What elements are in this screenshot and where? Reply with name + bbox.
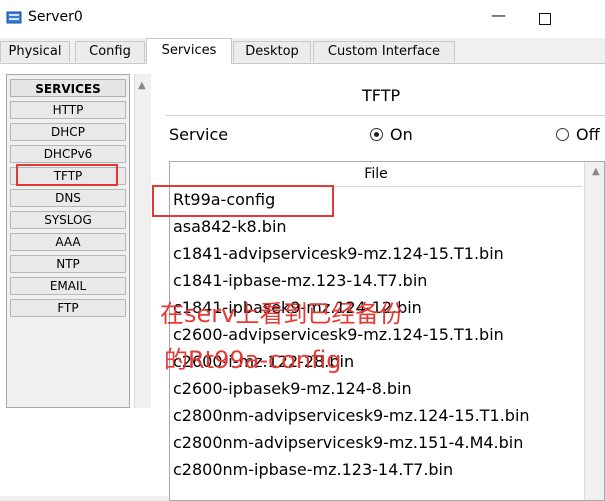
maximize-button[interactable] [539, 13, 551, 25]
service-off-label[interactable]: Off [576, 125, 600, 144]
scroll-up-icon[interactable]: ▲ [592, 166, 600, 177]
file-column-header: File [170, 162, 582, 187]
service-label: Service [169, 125, 229, 144]
scroll-up-icon[interactable]: ▲ [138, 80, 146, 91]
tab-config[interactable]: Config [75, 41, 145, 62]
minimize-button[interactable]: — [491, 6, 506, 24]
service-on-label[interactable]: On [390, 125, 413, 144]
window-title: Server0 [28, 9, 83, 25]
service-ntp-button[interactable]: NTP [10, 255, 126, 273]
services-scrollbar[interactable]: ▲ [134, 74, 151, 408]
service-on-radio[interactable] [370, 128, 383, 141]
tab-physical[interactable]: Physical [0, 41, 70, 62]
tab-custom-interface[interactable]: Custom Interface [313, 41, 455, 62]
file-item[interactable]: c2800nm-advipservicesk9-mz.151-4.M4.bin [173, 429, 583, 456]
service-http-button[interactable]: HTTP [10, 101, 126, 119]
file-item[interactable]: asa842-k8.bin [173, 213, 583, 240]
services-header: SERVICES [10, 79, 126, 97]
file-list: Rt99a-config asa842-k8.bin c1841-advipse… [173, 186, 583, 483]
file-scrollbar[interactable]: ▲ [584, 162, 604, 500]
tftp-title: TFTP [362, 86, 401, 105]
service-syslog-button[interactable]: SYSLOG [10, 211, 126, 229]
title-bar: Server0 — [0, 0, 605, 38]
tftp-highlight-box [16, 164, 118, 186]
service-ftp-button[interactable]: FTP [10, 299, 126, 317]
service-aaa-button[interactable]: AAA [10, 233, 126, 251]
annotation-line-1: 在serv上看到已经备份 [160, 300, 404, 328]
service-dhcp-button[interactable]: DHCP [10, 123, 126, 141]
file-item[interactable]: c2800nm-ipbase-mz.123-14.T7.bin [173, 456, 583, 483]
service-email-button[interactable]: EMAIL [10, 277, 126, 295]
file-item[interactable]: c2800nm-advipservicesk9-mz.124-15.T1.bin [173, 402, 583, 429]
server-app-icon [6, 11, 22, 24]
file-item[interactable]: c1841-ipbase-mz.123-14.T7.bin [173, 267, 583, 294]
service-dns-button[interactable]: DNS [10, 189, 126, 207]
services-list: SERVICES HTTP DHCP DHCPv6 TFTP DNS SYSLO… [10, 79, 126, 321]
config-file-highlight-box [152, 185, 334, 217]
tab-services[interactable]: Services [146, 38, 232, 64]
file-item[interactable]: c1841-advipservicesk9-mz.124-15.T1.bin [173, 240, 583, 267]
tab-desktop[interactable]: Desktop [233, 41, 311, 62]
service-dhcpv6-button[interactable]: DHCPv6 [10, 145, 126, 163]
tftp-separator [166, 115, 605, 116]
services-panel: SERVICES HTTP DHCP DHCPv6 TFTP DNS SYSLO… [6, 74, 130, 408]
annotation-line-2: 的Rt99a-config [164, 346, 342, 374]
services-content: SERVICES HTTP DHCP DHCPv6 TFTP DNS SYSLO… [0, 64, 605, 501]
service-off-radio[interactable] [556, 128, 569, 141]
file-item[interactable]: c2600-ipbasek9-mz.124-8.bin [173, 375, 583, 402]
tab-strip: Physical Config Services Desktop Custom … [0, 38, 605, 64]
